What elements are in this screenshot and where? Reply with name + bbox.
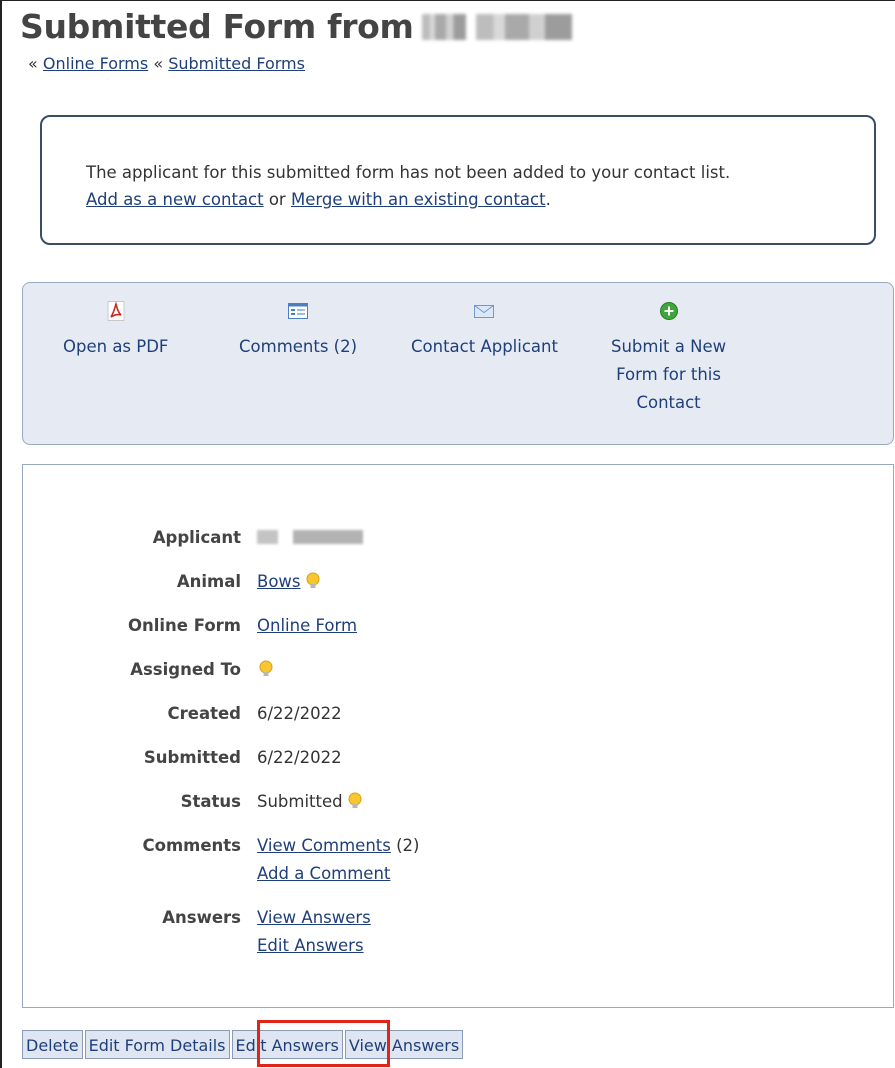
add-comment-line: Add a Comment bbox=[257, 860, 419, 888]
online-form-link[interactable]: Online Form bbox=[257, 616, 357, 635]
open-as-pdf-action[interactable]: Open as PDF bbox=[63, 301, 168, 361]
lightbulb-icon[interactable] bbox=[304, 571, 322, 591]
page-title: Submitted Form from bbox=[20, 7, 572, 46]
created-value: 6/22/2022 bbox=[257, 704, 342, 723]
animal-value: Bows bbox=[257, 568, 322, 596]
applicant-label: Applicant bbox=[152, 528, 241, 547]
breadcrumb-separator: « bbox=[28, 54, 38, 73]
view-answers-link[interactable]: View Answers bbox=[257, 908, 371, 927]
action-panel: Open as PDF Comments (2) Contact Applica… bbox=[22, 282, 894, 445]
breadcrumb-separator: « bbox=[153, 54, 164, 73]
animal-link[interactable]: Bows bbox=[257, 572, 301, 591]
online-form-label: Online Form bbox=[127, 616, 241, 635]
button-bar: Delete Edit Form Details Edit Answers View … bbox=[22, 1030, 465, 1061]
notice-actions: Add as a new contact or Merge with an ex… bbox=[86, 186, 730, 213]
comments-count: (2) bbox=[390, 836, 420, 855]
notice-or: or bbox=[263, 190, 291, 209]
assigned-to-value bbox=[257, 656, 275, 684]
merge-contact-link[interactable]: Merge with an existing contact bbox=[291, 190, 546, 209]
breadcrumb-online-forms[interactable]: Online Forms bbox=[43, 54, 148, 73]
comments-action[interactable]: Comments (2) bbox=[239, 301, 357, 361]
edit-answers-link[interactable]: Edit Answers bbox=[257, 936, 364, 955]
submit-new-form-label-1: Submit a New bbox=[611, 337, 727, 356]
view-answers-line: View Answers bbox=[257, 904, 371, 932]
breadcrumb-submitted-forms[interactable]: Submitted Forms bbox=[168, 54, 305, 73]
lightbulb-icon[interactable] bbox=[257, 659, 275, 679]
created-label: Created bbox=[167, 704, 241, 723]
add-circle-icon bbox=[658, 301, 680, 321]
answers-value: View Answers Edit Answers bbox=[257, 904, 371, 960]
delete-button[interactable]: Delete bbox=[22, 1030, 83, 1059]
open-as-pdf-label: Open as PDF bbox=[63, 337, 169, 356]
contact-applicant-label: Contact Applicant bbox=[411, 337, 558, 356]
submitted-form-page: Submitted Form from « Online Forms « Sub… bbox=[0, 0, 895, 1068]
online-form-value: Online Form bbox=[257, 612, 357, 640]
page-title-text: Submitted Form from bbox=[20, 7, 414, 46]
edit-answers-button[interactable]: Edit Answers bbox=[231, 1030, 343, 1059]
status-value: Submitted bbox=[257, 788, 364, 816]
animal-label: Animal bbox=[176, 572, 241, 591]
submit-new-form-action[interactable]: Submit a New Form for this Contact bbox=[611, 301, 726, 417]
envelope-icon bbox=[473, 301, 495, 321]
view-answers-button[interactable]: View Answers bbox=[344, 1030, 464, 1059]
view-comments-line: View Comments (2) bbox=[257, 832, 419, 860]
assigned-to-label: Assigned To bbox=[130, 660, 241, 679]
comments-action-label: Comments (2) bbox=[239, 337, 358, 356]
contact-applicant-action[interactable]: Contact Applicant bbox=[411, 301, 558, 361]
comments-icon bbox=[287, 301, 309, 321]
redacted-name-last bbox=[475, 14, 572, 40]
submit-new-form-label-2: Form for this bbox=[616, 365, 721, 384]
add-comment-link[interactable]: Add a Comment bbox=[257, 864, 390, 883]
pdf-icon bbox=[105, 301, 127, 321]
answers-label: Answers bbox=[162, 908, 241, 927]
edit-form-details-button[interactable]: Edit Form Details bbox=[84, 1030, 230, 1059]
comments-label: Comments bbox=[142, 836, 241, 855]
lightbulb-icon[interactable] bbox=[346, 791, 364, 811]
edit-answers-line: Edit Answers bbox=[257, 932, 371, 960]
breadcrumb: « Online Forms « Submitted Forms bbox=[28, 54, 305, 73]
redacted-name-first bbox=[421, 14, 466, 40]
submitted-value: 6/22/2022 bbox=[257, 748, 342, 767]
add-new-contact-link[interactable]: Add as a new contact bbox=[86, 190, 264, 209]
redacted-applicant-name bbox=[257, 530, 363, 544]
notice-message: The applicant for this submitted form ha… bbox=[86, 163, 731, 182]
comments-value: View Comments (2) Add a Comment bbox=[257, 832, 419, 888]
status-label: Status bbox=[180, 792, 241, 811]
form-details-panel: Applicant Animal Bows Online Form Online… bbox=[22, 464, 894, 1008]
notice-period: . bbox=[545, 190, 551, 209]
contact-notice-text: The applicant for this submitted form ha… bbox=[86, 159, 730, 213]
view-comments-link[interactable]: View Comments bbox=[257, 836, 391, 855]
contact-notice-box: The applicant for this submitted form ha… bbox=[40, 115, 876, 245]
submit-new-form-label-3: Contact bbox=[636, 393, 701, 412]
applicant-value bbox=[257, 524, 363, 552]
status-text: Submitted bbox=[257, 792, 343, 811]
submitted-label: Submitted bbox=[143, 748, 241, 767]
